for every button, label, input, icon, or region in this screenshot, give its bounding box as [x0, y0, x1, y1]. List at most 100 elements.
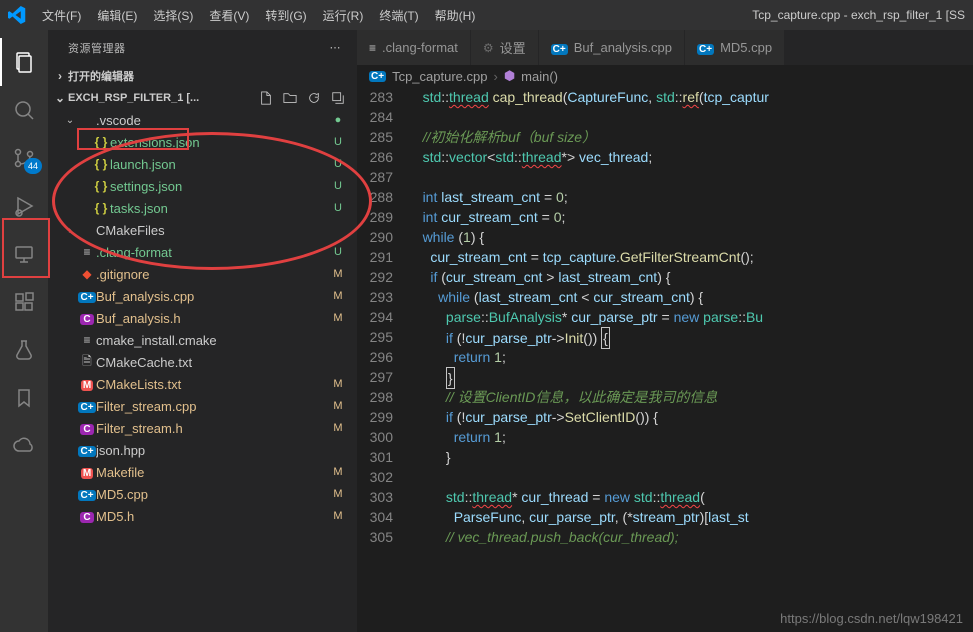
git-decoration — [329, 158, 347, 170]
editor-tab[interactable]: C+MD5.cpp — [685, 30, 785, 65]
tree-file[interactable]: ≡cmake_install.cmake — [48, 329, 357, 351]
chevron-icon: ⌄ — [62, 115, 78, 126]
refresh-icon[interactable] — [307, 91, 321, 105]
cpp-icon: C+ — [369, 71, 386, 82]
tree-file[interactable]: C+json.hpp — [48, 439, 357, 461]
m-icon: M — [78, 377, 96, 391]
git-decoration — [329, 136, 347, 148]
c-icon: C — [78, 311, 96, 325]
json-icon: { } — [92, 179, 110, 193]
tree-file[interactable]: ◆.gitignore — [48, 263, 357, 285]
tree-file[interactable]: CFilter_stream.h — [48, 417, 357, 439]
chevron-right-icon: › — [52, 69, 68, 83]
file-tree: ⌄.vscode●{ }extensions.json{ }launch.jso… — [48, 109, 357, 537]
git-decoration — [329, 290, 347, 302]
cpp-icon: C+ — [78, 487, 96, 501]
git-decoration — [329, 466, 347, 478]
json-icon: { } — [92, 201, 110, 215]
menu-item[interactable]: 编辑(E) — [89, 7, 145, 24]
scm-badge: 44 — [24, 158, 42, 174]
cpp-icon: C+ — [697, 41, 714, 55]
menu-item[interactable]: 选择(S) — [145, 7, 201, 24]
tree-file[interactable]: C+Buf_analysis.cpp — [48, 285, 357, 307]
testing-icon[interactable] — [0, 326, 48, 374]
menu-item[interactable]: 帮助(H) — [427, 7, 484, 24]
tree-file[interactable]: CMD5.h — [48, 505, 357, 527]
code-editor[interactable]: 2832842852862872882892902912922932942952… — [357, 87, 973, 632]
cpp-icon: C+ — [551, 41, 568, 55]
bookmark-icon[interactable] — [0, 374, 48, 422]
menu-item[interactable]: 查看(V) — [201, 7, 257, 24]
tree-file[interactable]: { }settings.json — [48, 175, 357, 197]
chevron-down-icon: ⌄ — [52, 91, 68, 105]
tree-file[interactable]: { }launch.json — [48, 153, 357, 175]
git-decoration — [329, 378, 347, 390]
git-decoration — [329, 180, 347, 192]
cpp-icon: C+ — [78, 289, 96, 303]
txt-icon: 🗎 — [78, 352, 96, 373]
breadcrumb[interactable]: C+ Tcp_capture.cpp › ⬢ main() — [357, 65, 973, 87]
new-folder-icon[interactable] — [283, 91, 297, 105]
tree-file[interactable]: ≡.clang-format — [48, 241, 357, 263]
gear-icon: ⚙ — [483, 41, 494, 55]
sidebar: 资源管理器 ⋯ › 打开的编辑器 ⌄ EXCH_RSP_FILTER_1 [..… — [48, 30, 357, 632]
cloud-icon[interactable] — [0, 422, 48, 470]
chevron-icon: › — [62, 225, 78, 236]
tree-folder[interactable]: ›CMakeFiles — [48, 219, 357, 241]
tree-file[interactable]: { }tasks.json — [48, 197, 357, 219]
file-icon: ≡ — [78, 245, 96, 259]
json-icon: { } — [92, 157, 110, 171]
git-decoration — [329, 312, 347, 324]
tree-file[interactable]: MMakefile — [48, 461, 357, 483]
tree-file[interactable]: MCMakeLists.txt — [48, 373, 357, 395]
tree-file[interactable]: C+MD5.cpp — [48, 483, 357, 505]
tree-folder[interactable]: ⌄.vscode● — [48, 109, 357, 131]
search-icon[interactable] — [0, 86, 48, 134]
new-file-icon[interactable] — [259, 91, 273, 105]
titlebar: 文件(F)编辑(E)选择(S)查看(V)转到(G)运行(R)终端(T)帮助(H)… — [0, 0, 973, 30]
git-icon: ◆ — [78, 267, 96, 281]
git-decoration — [329, 268, 347, 280]
cpp-icon: C+ — [78, 399, 96, 413]
code-lines[interactable]: std::thread cap_thread(CaptureFunc, std:… — [407, 87, 973, 632]
window-title: Tcp_capture.cpp - exch_rsp_filter_1 [SS — [483, 8, 973, 22]
activitybar: 44 — [0, 30, 48, 632]
c-icon: C — [78, 509, 96, 523]
sidebar-more-icon[interactable]: ⋯ — [330, 41, 342, 54]
editor-tab[interactable]: ⚙设置 — [471, 30, 539, 65]
git-decoration — [329, 422, 347, 434]
project-section[interactable]: ⌄ EXCH_RSP_FILTER_1 [... — [48, 87, 357, 109]
git-decoration — [329, 488, 347, 500]
explorer-icon[interactable] — [0, 38, 48, 86]
m-icon: M — [78, 465, 96, 479]
editor-area: ≡.clang-format⚙设置C+Buf_analysis.cppC+MD5… — [357, 30, 973, 632]
git-decoration — [329, 246, 347, 258]
tree-file[interactable]: CBuf_analysis.h — [48, 307, 357, 329]
open-editors-section[interactable]: › 打开的编辑器 — [48, 65, 357, 87]
vscode-icon — [8, 6, 26, 24]
editor-tab[interactable]: ≡.clang-format — [357, 30, 471, 65]
git-decoration: ● — [329, 114, 347, 126]
tree-file[interactable]: 🗎CMakeCache.txt — [48, 351, 357, 373]
file-icon: ≡ — [369, 41, 376, 55]
collapse-icon[interactable] — [331, 91, 345, 105]
file-icon: ≡ — [78, 333, 96, 347]
c-icon: C — [78, 421, 96, 435]
run-debug-icon[interactable] — [0, 182, 48, 230]
editor-tab[interactable]: C+Buf_analysis.cpp — [539, 30, 685, 65]
menu-item[interactable]: 转到(G) — [257, 7, 314, 24]
tree-file[interactable]: { }extensions.json — [48, 131, 357, 153]
menu-item[interactable]: 文件(F) — [34, 7, 89, 24]
menu-item[interactable]: 运行(R) — [315, 7, 372, 24]
sidebar-title: 资源管理器 ⋯ — [48, 30, 357, 65]
json-icon: { } — [92, 135, 110, 149]
extensions-icon[interactable] — [0, 278, 48, 326]
git-decoration — [329, 400, 347, 412]
tree-file[interactable]: C+Filter_stream.cpp — [48, 395, 357, 417]
source-control-icon[interactable]: 44 — [0, 134, 48, 182]
editor-tabs: ≡.clang-format⚙设置C+Buf_analysis.cppC+MD5… — [357, 30, 973, 65]
menu-item[interactable]: 终端(T) — [371, 7, 426, 24]
git-decoration — [329, 510, 347, 522]
cpp-icon: C+ — [78, 443, 96, 457]
remote-icon[interactable] — [0, 230, 48, 278]
